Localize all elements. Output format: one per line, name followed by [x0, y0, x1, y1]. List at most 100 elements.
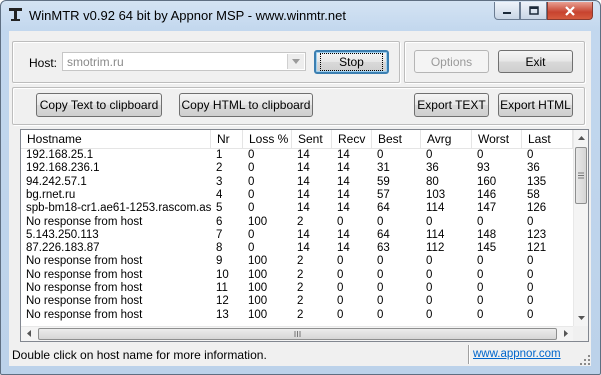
column-header[interactable]: Worst	[472, 130, 522, 148]
table-cell: 8	[216, 242, 223, 255]
table-row[interactable]: No response from host 11 100 2 0 0 0 0 0	[21, 282, 573, 295]
table-cell: 14	[297, 188, 310, 201]
table-cell: 0	[477, 149, 484, 161]
stop-button-label: Stop	[320, 53, 383, 71]
table-cell: 14	[297, 242, 310, 255]
table-row[interactable]: No response from host 12 100 2 0 0 0 0 0	[21, 295, 573, 308]
table-row[interactable]: 5.143.250.113 7 0 14 14 64 114 148 123	[21, 229, 573, 242]
table-cell: 14	[297, 228, 310, 241]
table-cell: 80	[426, 175, 439, 188]
column-header[interactable]: Avrg	[421, 130, 472, 148]
hostname-cell: 94.242.57.1	[26, 175, 87, 188]
resize-grip-icon[interactable]	[579, 354, 591, 366]
table-cell: 103	[426, 188, 446, 201]
hostname-cell: 192.168.25.1	[26, 149, 94, 161]
horizontal-scroll-thumb[interactable]	[38, 328, 557, 340]
column-header[interactable]: Last	[522, 130, 573, 148]
table-cell: 0	[248, 228, 255, 241]
minimize-icon	[503, 11, 511, 14]
copy-html-button[interactable]: Copy HTML to clipboard	[179, 93, 313, 117]
arrow-left-icon	[26, 330, 31, 337]
table-cell: 0	[426, 215, 433, 228]
table-cell: 12	[216, 295, 229, 308]
arrow-right-icon	[563, 330, 568, 337]
options-button[interactable]: Options	[414, 50, 489, 73]
table-cell: 0	[248, 162, 255, 175]
scroll-right-button[interactable]	[558, 327, 573, 340]
table-row[interactable]: spb-bm18-cr1.ae61-1253.rascom.as2... 5 0 14…	[21, 202, 573, 215]
horizontal-scrollbar[interactable]	[21, 326, 573, 341]
table-cell: 57	[377, 188, 390, 201]
appnor-link[interactable]: www.appnor.com	[473, 348, 561, 360]
table-cell: 36	[527, 162, 540, 175]
table-cell: 2	[297, 308, 304, 321]
table-row[interactable]: 192.168.236.1 2 0 14 14 31 36 93 36	[21, 162, 573, 175]
table-cell: 31	[377, 162, 390, 175]
table-row[interactable]: bg.rnet.ru 4 0 14 14 57 103 146 58	[21, 189, 573, 202]
table-cell: 100	[248, 268, 268, 281]
table-cell: 14	[337, 228, 350, 241]
table-cell: 114	[426, 202, 445, 215]
table-cell: 0	[337, 215, 344, 228]
title-bar[interactable]: WinMTR v0.92 64 bit by Appnor MSP - www.…	[1, 1, 600, 29]
table-cell: 0	[477, 308, 484, 321]
table-cell: 0	[248, 202, 255, 215]
column-header[interactable]: Best	[372, 130, 421, 148]
table-cell: 148	[477, 228, 497, 241]
table-cell: 0	[377, 282, 384, 294]
table-cell: 14	[337, 188, 350, 201]
table-cell: 0	[426, 295, 433, 308]
table-cell: 0	[337, 295, 344, 308]
close-button[interactable]	[547, 2, 593, 20]
scroll-left-button[interactable]	[21, 327, 36, 340]
table-cell: 5	[216, 202, 223, 215]
table-cell: 0	[426, 282, 433, 294]
minimize-button[interactable]	[494, 2, 520, 20]
table-cell: 14	[297, 202, 310, 215]
column-header[interactable]: Sent	[292, 130, 332, 148]
export-html-button[interactable]: Export HTML	[498, 93, 573, 117]
table-cell: 36	[426, 162, 439, 175]
copy-text-button[interactable]: Copy Text to clipboard	[36, 93, 162, 117]
table-row[interactable]: No response from host 9 100 2 0 0 0 0 0	[21, 255, 573, 268]
arrow-down-icon	[578, 316, 585, 320]
vertical-scrollbar[interactable]	[573, 130, 588, 326]
table-cell: 0	[477, 255, 484, 268]
table-cell: 100	[248, 255, 268, 268]
maximize-icon	[528, 6, 539, 15]
table-row[interactable]: No response from host 6 100 2 0 0 0 0 0	[21, 216, 573, 229]
column-header[interactable]: Recv	[332, 130, 372, 148]
table-cell: 0	[377, 295, 384, 308]
vertical-scroll-thumb[interactable]	[575, 147, 587, 204]
hostname-cell: No response from host	[26, 295, 143, 308]
table-row[interactable]: No response from host 13 100 2 0 0 0 0 0	[21, 309, 573, 322]
table-row[interactable]: 192.168.25.1 1 0 14 14 0 0 0 0	[21, 149, 573, 162]
table-row[interactable]: 94.242.57.1 3 0 14 14 59 80 160 135	[21, 176, 573, 189]
maximize-button[interactable]	[520, 2, 547, 20]
table-cell: 0	[248, 188, 255, 201]
table-cell: 0	[527, 255, 534, 268]
table-cell: 14	[297, 162, 310, 175]
scroll-up-button[interactable]	[574, 130, 588, 146]
hostname-cell: 5.143.250.113	[26, 228, 99, 241]
table-row[interactable]: 87.226.183.87 8 0 14 14 63 112 145 121	[21, 242, 573, 255]
export-text-button[interactable]: Export TEXT	[414, 93, 489, 117]
stop-button[interactable]: Stop	[314, 50, 389, 74]
results-table[interactable]: Hostname Nr Loss % Sent Recv Best Avrg Worst Las…	[20, 129, 589, 342]
table-row[interactable]: No response from host 10 100 2 0 0 0 0 0	[21, 269, 573, 282]
scroll-down-button[interactable]	[574, 310, 588, 326]
table-cell: 0	[527, 149, 534, 161]
dropdown-button[interactable]	[287, 54, 304, 69]
column-header[interactable]: Loss %	[243, 130, 292, 148]
table-cell: 0	[527, 295, 534, 308]
table-cell: 100	[248, 308, 268, 321]
table-cell: 2	[297, 268, 304, 281]
host-combo[interactable]: smotrim.ru	[62, 52, 306, 71]
column-header[interactable]: Nr	[211, 130, 243, 148]
table-cell: 14	[337, 202, 350, 215]
exit-button[interactable]: Exit	[498, 50, 573, 73]
table-cell: 0	[337, 255, 344, 268]
table-cell: 2	[297, 295, 304, 308]
column-header[interactable]: Hostname	[21, 130, 211, 148]
table-cell: 2	[216, 162, 223, 175]
